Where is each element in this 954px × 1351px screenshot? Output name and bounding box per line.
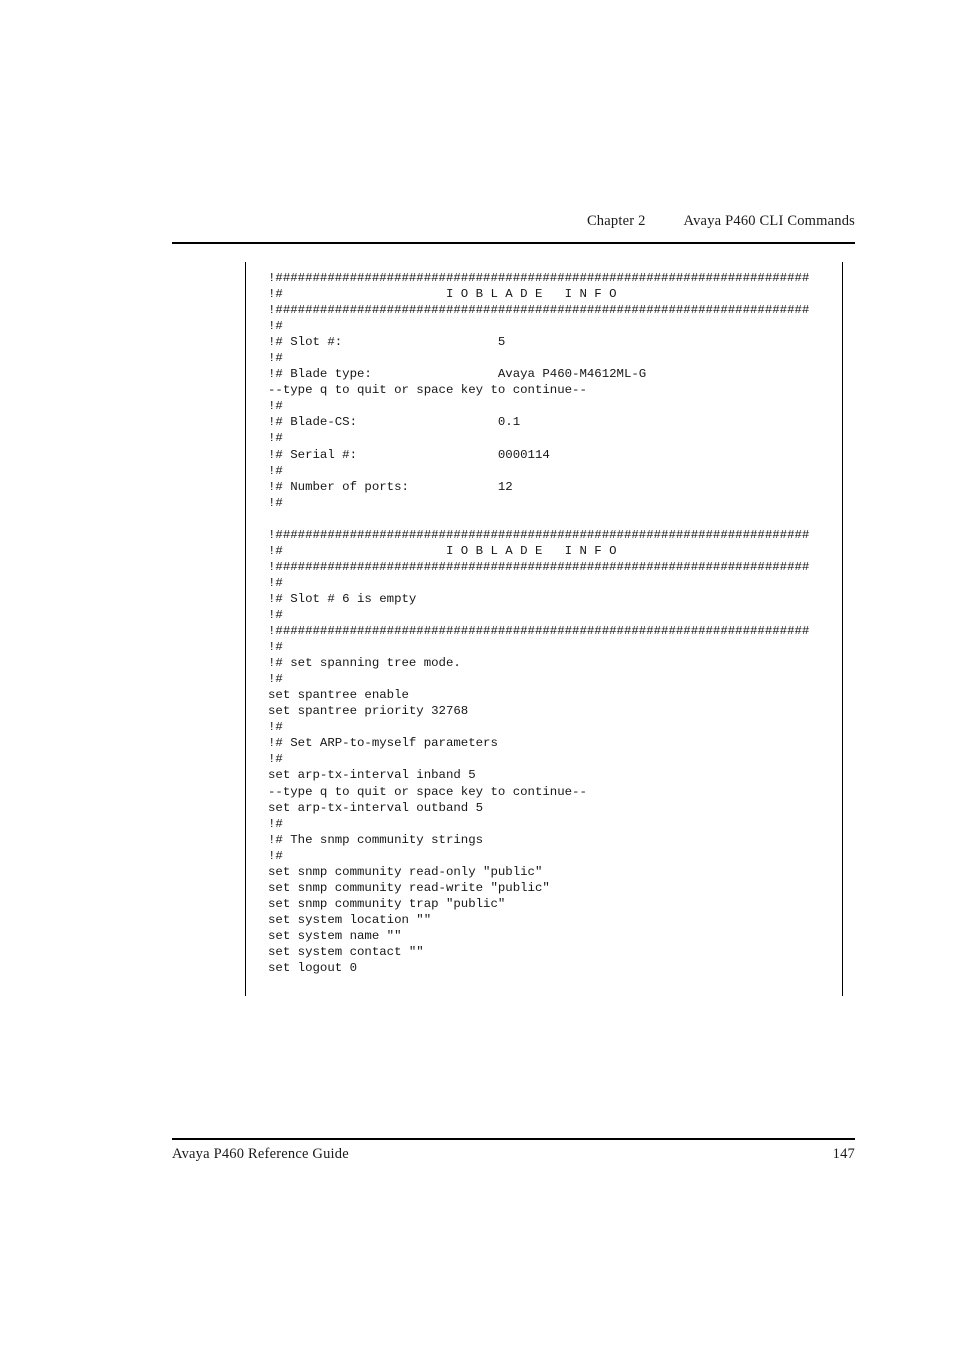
cli-output-lines: !#######################################…: [268, 270, 844, 976]
cli-output-line: !# I O B L A D E I N F O: [268, 543, 617, 558]
cli-output-line: set system name "": [268, 928, 402, 943]
cli-output-line: --type q to quit or space key to continu…: [268, 383, 587, 398]
cli-output-line: !#: [268, 640, 283, 655]
cli-output-line: !#: [268, 319, 283, 334]
cli-output-line: !#######################################…: [268, 559, 810, 574]
cli-output-block: !#######################################…: [245, 262, 843, 996]
cli-output-line: !# Number of ports: 12: [268, 479, 513, 494]
cli-output-line: !#: [268, 720, 283, 735]
header-divider-rule: [172, 242, 855, 244]
header-chapter-number: Chapter 2: [586, 213, 646, 229]
cli-output-line: !#: [268, 816, 283, 831]
cli-output-line: !#: [268, 672, 283, 687]
cli-output-line: !#######################################…: [268, 624, 810, 639]
cli-output-line: !#: [268, 431, 283, 446]
cli-output-line: !# Slot # 6 is empty: [268, 591, 417, 606]
running-footer: Avaya P460 Reference Guide 147: [172, 1146, 855, 1163]
cli-output-line: set snmp community read-write "public": [268, 880, 550, 895]
cli-output-line: !# The snmp community strings: [268, 832, 484, 847]
cli-output-line: set snmp community trap "public": [268, 896, 506, 911]
cli-output-line: set system contact "": [268, 944, 424, 959]
footer-guide-title: Avaya P460 Reference Guide: [172, 1146, 349, 1162]
cli-output-line: !# Blade type: Avaya P460-M4612ML-G: [268, 367, 647, 382]
cli-output-line: !# Set ARP-to-myself parameters: [268, 736, 498, 751]
cli-output-line: set logout 0: [268, 961, 357, 976]
cli-output-line: set spantree priority 32768: [268, 704, 469, 719]
cli-output-line: !#: [268, 463, 283, 478]
cli-output-line: !#: [268, 495, 283, 510]
footer-page-number: 147: [832, 1146, 855, 1162]
cli-output-line: !#######################################…: [268, 271, 810, 285]
cli-output-line: !#: [268, 399, 283, 414]
cli-output-line: !#: [268, 575, 283, 590]
document-page: Chapter 2 Avaya P460 CLI Commands !######…: [0, 0, 954, 1351]
cli-output-line: !#: [268, 752, 283, 767]
footer-divider-rule: [172, 1138, 855, 1140]
cli-output-line: !#: [268, 351, 283, 366]
cli-output-line: --type q to quit or space key to continu…: [268, 784, 587, 799]
cli-output-line: !#######################################…: [268, 527, 810, 542]
cli-output-line: !# Slot #: 5: [268, 335, 506, 350]
running-header: Chapter 2 Avaya P460 CLI Commands: [172, 213, 855, 230]
cli-output-line: set spantree enable: [268, 688, 409, 703]
cli-output-line: set snmp community read-only "public": [268, 864, 543, 879]
cli-output-line: set arp-tx-interval outband 5: [268, 800, 484, 815]
cli-output-line: set arp-tx-interval inband 5: [268, 768, 476, 783]
cli-output-line: !#: [268, 848, 283, 863]
cli-output-line: [268, 511, 844, 527]
cli-output-line: !#######################################…: [268, 303, 810, 318]
cli-output-line: !# Serial #: 0000114: [268, 447, 550, 462]
header-chapter-title: Avaya P460 CLI Commands: [683, 213, 855, 229]
cli-output-line: set system location "": [268, 912, 432, 927]
cli-output-line: !#: [268, 607, 283, 622]
cli-output-line: !# I O B L A D E I N F O: [268, 287, 617, 302]
cli-output-line: !# set spanning tree mode.: [268, 656, 461, 671]
cli-output-line: !# Blade-CS: 0.1: [268, 415, 521, 430]
